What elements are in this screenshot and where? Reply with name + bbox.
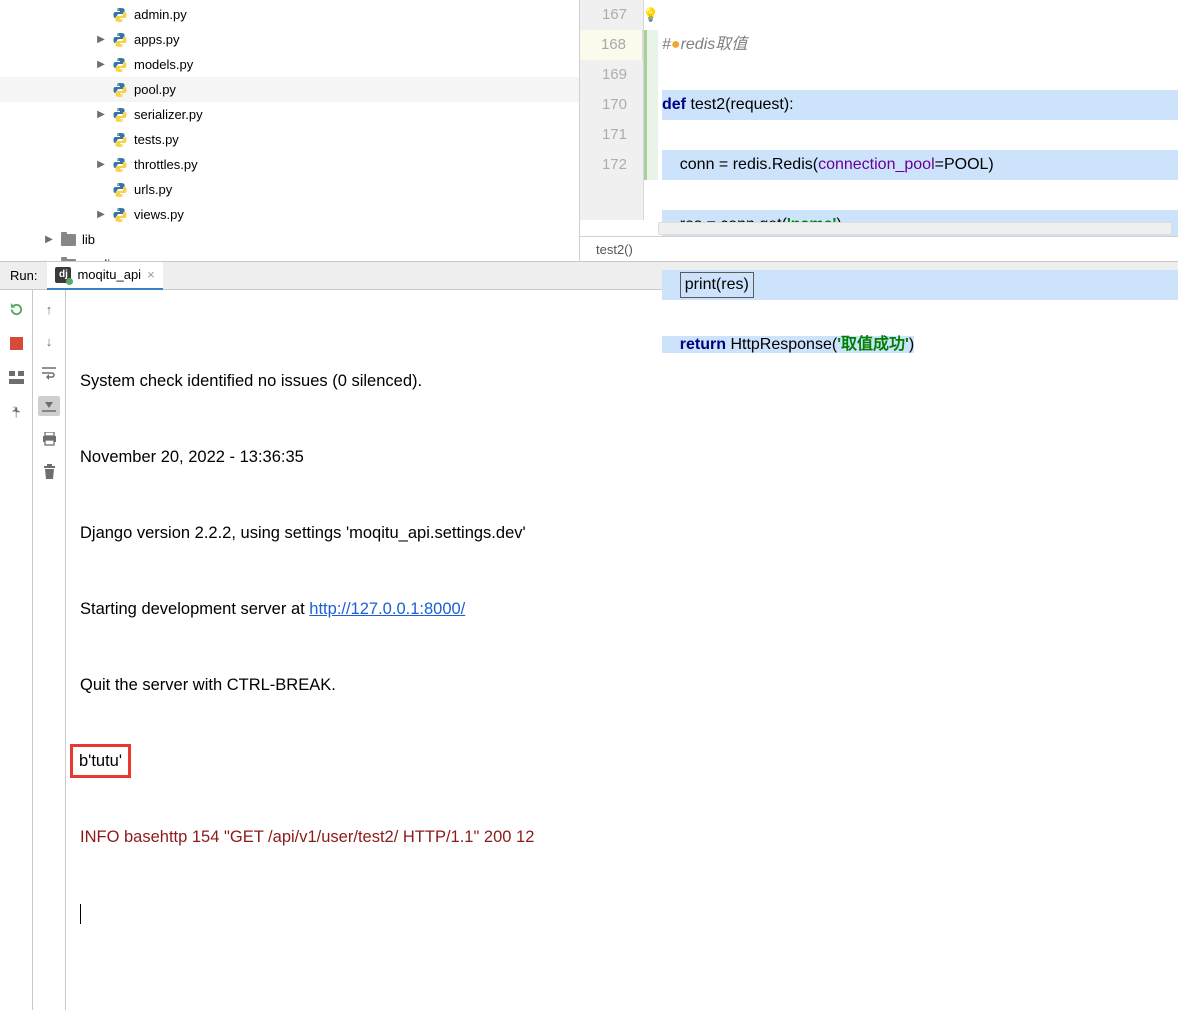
server-url-link[interactable]: http://127.0.0.1:8000/ bbox=[309, 600, 465, 618]
django-icon: dj bbox=[55, 267, 71, 283]
python-file-icon bbox=[112, 32, 128, 48]
python-file-icon bbox=[112, 57, 128, 73]
print-call-highlight: print(res) bbox=[680, 272, 754, 298]
chevron-right-icon[interactable]: ▶ bbox=[96, 60, 106, 70]
run-toolbar-right: ↑ ↓ bbox=[33, 290, 66, 1010]
run-toolbar-left bbox=[0, 290, 33, 1010]
stop-icon[interactable] bbox=[7, 334, 25, 352]
python-file-icon bbox=[112, 207, 128, 223]
project-tree[interactable]: admin.py▶apps.py▶models.pypool.py▶serial… bbox=[0, 0, 579, 261]
console-cursor bbox=[80, 894, 1176, 932]
trash-icon[interactable] bbox=[40, 462, 58, 480]
code-editor[interactable]: 167168169170171172 💡 #●redis取值 def test2… bbox=[579, 0, 1178, 261]
tree-file[interactable]: ▶apps.py bbox=[0, 27, 579, 52]
layout-icon[interactable] bbox=[7, 368, 25, 386]
chevron-right-icon[interactable]: ▶ bbox=[96, 210, 106, 220]
folder-icon bbox=[60, 232, 76, 248]
console-line: INFO basehttp 154 "GET /api/v1/user/test… bbox=[80, 818, 1176, 856]
python-file-icon bbox=[112, 182, 128, 198]
console-output-highlight: b'tutu' bbox=[70, 742, 1176, 780]
tree-file[interactable]: tests.py bbox=[0, 127, 579, 152]
tree-file[interactable]: urls.py bbox=[0, 177, 579, 202]
scroll-end-icon[interactable] bbox=[38, 396, 60, 416]
python-file-icon bbox=[112, 132, 128, 148]
run-label: Run: bbox=[0, 268, 47, 283]
gutter-marks: 💡 bbox=[644, 0, 658, 220]
up-arrow-icon[interactable]: ↑ bbox=[40, 300, 58, 318]
python-file-icon bbox=[112, 7, 128, 23]
print-icon[interactable] bbox=[40, 430, 58, 448]
lightbulb-icon[interactable]: 💡 bbox=[643, 7, 659, 23]
tree-file[interactable]: admin.py bbox=[0, 2, 579, 27]
tree-folder[interactable]: ▶media bbox=[0, 252, 579, 261]
pin-icon[interactable] bbox=[7, 402, 25, 420]
chevron-right-icon[interactable]: ▶ bbox=[96, 160, 106, 170]
tree-file[interactable]: ▶throttles.py bbox=[0, 152, 579, 177]
line-numbers: 167168169170171172 bbox=[580, 0, 644, 220]
tree-file[interactable]: pool.py bbox=[0, 77, 579, 102]
console-line: November 20, 2022 - 13:36:35 bbox=[80, 438, 1176, 476]
chevron-right-icon[interactable]: ▶ bbox=[96, 35, 106, 45]
horizontal-scrollbar[interactable] bbox=[658, 222, 1172, 235]
python-file-icon bbox=[112, 107, 128, 123]
rerun-icon[interactable] bbox=[7, 300, 25, 318]
tree-file[interactable]: ▶views.py bbox=[0, 202, 579, 227]
chevron-right-icon[interactable]: ▶ bbox=[96, 110, 106, 120]
chevron-right-icon[interactable]: ▶ bbox=[44, 235, 54, 245]
python-file-icon bbox=[112, 82, 128, 98]
python-file-icon bbox=[112, 157, 128, 173]
tree-folder[interactable]: ▶lib bbox=[0, 227, 579, 252]
tree-file[interactable]: ▶models.py bbox=[0, 52, 579, 77]
down-arrow-icon[interactable]: ↓ bbox=[40, 332, 58, 350]
console-line: Django version 2.2.2, using settings 'mo… bbox=[80, 514, 1176, 552]
breadcrumb[interactable]: test2() bbox=[580, 236, 1178, 261]
close-icon[interactable]: × bbox=[147, 267, 155, 282]
folder-icon bbox=[60, 257, 76, 262]
wrap-icon[interactable] bbox=[40, 364, 58, 382]
console-line: Starting development server at http://12… bbox=[80, 590, 1176, 628]
tree-file[interactable]: ▶serializer.py bbox=[0, 102, 579, 127]
comment: #●redis取值 bbox=[662, 36, 747, 53]
console-line: Quit the server with CTRL-BREAK. bbox=[80, 666, 1176, 704]
code-area[interactable]: #●redis取值 def test2(request): conn = red… bbox=[658, 0, 1178, 220]
run-tab[interactable]: dj moqitu_api × bbox=[47, 262, 162, 290]
